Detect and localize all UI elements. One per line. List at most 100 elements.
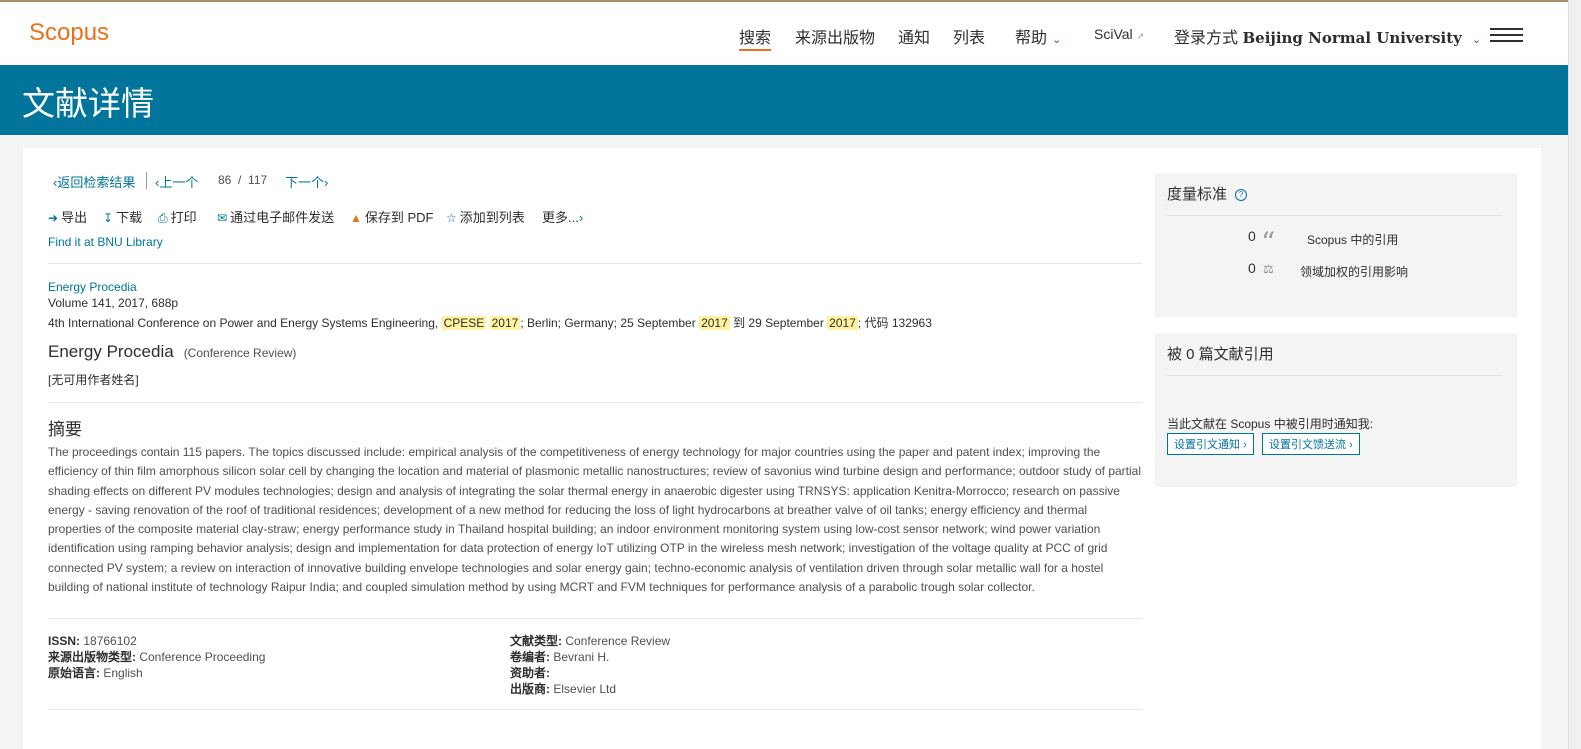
metadata-right: 文献类型: Conference Review 卷编者: Bevrani H. … [510, 633, 670, 697]
scopus-logo[interactable]: Scopus [29, 19, 109, 47]
divider [146, 172, 147, 189]
abstract-heading: 摘要 [48, 420, 82, 439]
issn-label: ISSN: [48, 634, 81, 648]
language-label: 原始语言: [48, 666, 100, 680]
fwci-label: 领域加权的引用影响 [1300, 265, 1409, 279]
download-button[interactable]: ↧ 下载 [103, 207, 142, 226]
metrics-heading: 度量标准? [1167, 183, 1248, 204]
issn-row: ISSN: 18766102 [48, 633, 265, 649]
sponsor-label: 资助者: [510, 666, 550, 680]
set-citation-alert-label: 设置引文通知 [1174, 439, 1240, 451]
back-to-results-label: 返回检索结果 [57, 175, 136, 190]
chevron-down-icon: ⌄ [1471, 34, 1482, 46]
document-type: (Conference Review) [183, 346, 297, 360]
help-icon[interactable]: ? [1235, 189, 1248, 202]
previous-link[interactable]: ‹上一个 [155, 172, 198, 191]
divider [1167, 215, 1503, 216]
source-type-row: 来源出版物类型: Conference Proceeding [48, 649, 265, 665]
nav-scival[interactable]: SciVal ↗ [1094, 26, 1144, 42]
hamburger-menu-icon[interactable] [1490, 28, 1523, 43]
source-volume: Volume 141, 2017, 688p [48, 296, 179, 310]
divider [48, 402, 1142, 403]
editor-value: Bevrani H. [553, 650, 610, 664]
authors: [无可用作者姓名] [48, 373, 139, 387]
sponsor-row: 资助者: [510, 665, 670, 681]
document-title: Energy Procedia (Conference Review) [48, 342, 296, 362]
nav-lists[interactable]: 列表 [953, 24, 985, 48]
source-type-value: Conference Proceeding [139, 650, 266, 664]
print-icon: ⎙ [158, 211, 168, 225]
save-pdf-button[interactable]: ▲ 保存到 PDF [350, 207, 434, 226]
download-icon: ↧ [103, 211, 114, 225]
divider [48, 618, 1142, 619]
notify-text: 当此文献在 Scopus 中被引用时通知我: [1167, 417, 1374, 431]
source-journal-link[interactable]: Energy Procedia [48, 280, 137, 294]
editor-row: 卷编者: Bevrani H. [510, 649, 670, 665]
publisher-value: Elsevier Ltd [553, 682, 617, 696]
institution-login[interactable]: 登录方式 Beijing Normal University ⌄ [1174, 24, 1481, 48]
scale-icon: ⚖ [1263, 262, 1274, 276]
more-label: 更多... [542, 210, 579, 225]
scopus-citation-label: Scopus 中的引用 [1307, 233, 1399, 247]
nav-sources[interactable]: 来源出版物 [795, 24, 875, 48]
slash: / [238, 173, 242, 187]
page-scrollbar[interactable] [1568, 0, 1581, 749]
more-button[interactable]: 更多...› [542, 207, 583, 226]
conference-text: ; 代码 132963 [857, 316, 932, 330]
export-label: 导出 [61, 210, 88, 225]
set-citation-feed-button[interactable]: 设置引文馈送流 › [1262, 433, 1360, 455]
editor-label: 卷编者: [510, 650, 550, 664]
login-prefix: 登录方式 [1174, 30, 1239, 47]
highlight-term: CPESE [441, 316, 487, 330]
export-button[interactable]: ➜ 导出 [48, 207, 87, 226]
highlight-term: 2017 [489, 316, 521, 330]
add-to-list-button[interactable]: ☆ 添加到列表 [446, 207, 525, 226]
divider [48, 709, 1142, 710]
cited-by-heading: 被 0 篇文献引用 [1167, 346, 1274, 363]
doc-type-row: 文献类型: Conference Review [510, 633, 670, 649]
nav-help-label: 帮助 [1015, 30, 1048, 47]
language-value: English [103, 666, 143, 680]
fwci-count: 0 [1248, 260, 1256, 276]
metrics-heading-text: 度量标准 [1167, 186, 1228, 203]
scopus-citation-count[interactable]: 0 [1248, 228, 1256, 244]
email-icon: ✉ [217, 211, 228, 225]
chevron-right-icon: › [324, 175, 329, 190]
publisher-label: 出版商: [510, 682, 550, 696]
back-to-results-link[interactable]: ‹返回检索结果 [53, 172, 135, 191]
add-to-list-label: 添加到列表 [459, 210, 525, 225]
conference-text: 4th International Conference on Power an… [48, 316, 442, 330]
email-button[interactable]: ✉ 通过电子邮件发送 [217, 207, 334, 226]
download-label: 下载 [116, 210, 143, 225]
print-button[interactable]: ⎙ 打印 [158, 207, 197, 226]
find-it-library-link[interactable]: Find it at BNU Library [48, 235, 163, 249]
top-navigation-bar: Scopus 搜索 来源出版物 通知 列表 帮助 ⌄ SciVal ↗ 登录方式 B… [0, 0, 1568, 65]
highlight-term: 2017 [827, 316, 858, 330]
publisher-row: 出版商: Elsevier Ltd [510, 681, 670, 697]
result-position: 86 / 117 [218, 173, 267, 187]
chevron-down-icon: ⌄ [1052, 34, 1062, 46]
next-label: 下一个 [285, 175, 325, 190]
set-citation-feed-label: 设置引文馈送流 [1269, 439, 1346, 451]
nav-help[interactable]: 帮助 ⌄ [1015, 24, 1061, 48]
quote-icon: “ [1261, 226, 1276, 259]
nav-alerts[interactable]: 通知 [898, 24, 930, 48]
highlight-term: 2017 [699, 316, 730, 330]
external-link-icon: ↗ [1136, 31, 1145, 41]
set-citation-alert-button[interactable]: 设置引文通知 › [1167, 433, 1254, 455]
nav-scival-label: SciVal [1094, 26, 1133, 42]
nav-search[interactable]: 搜索 [739, 24, 772, 51]
document-title-text: Energy Procedia [48, 342, 174, 361]
save-pdf-label: 保存到 PDF [364, 210, 434, 225]
pdf-icon: ▲ [350, 211, 362, 225]
next-link[interactable]: 下一个› [285, 172, 328, 191]
chevron-right-icon: › [1349, 439, 1353, 451]
chevron-right-icon: › [1243, 439, 1247, 451]
conference-text: 到 29 September [729, 316, 828, 330]
metrics-panel: 度量标准? 0 “ Scopus 中的引用 0 ⚖ 领域加权的引用影响 [1155, 173, 1517, 317]
chevron-right-icon: › [578, 210, 584, 225]
conference-info: 4th International Conference on Power an… [48, 314, 932, 331]
email-label: 通过电子邮件发送 [230, 210, 335, 225]
page-title: 文献详情 [22, 85, 154, 122]
conference-text: ; Berlin; Germany; 25 September [520, 316, 700, 330]
